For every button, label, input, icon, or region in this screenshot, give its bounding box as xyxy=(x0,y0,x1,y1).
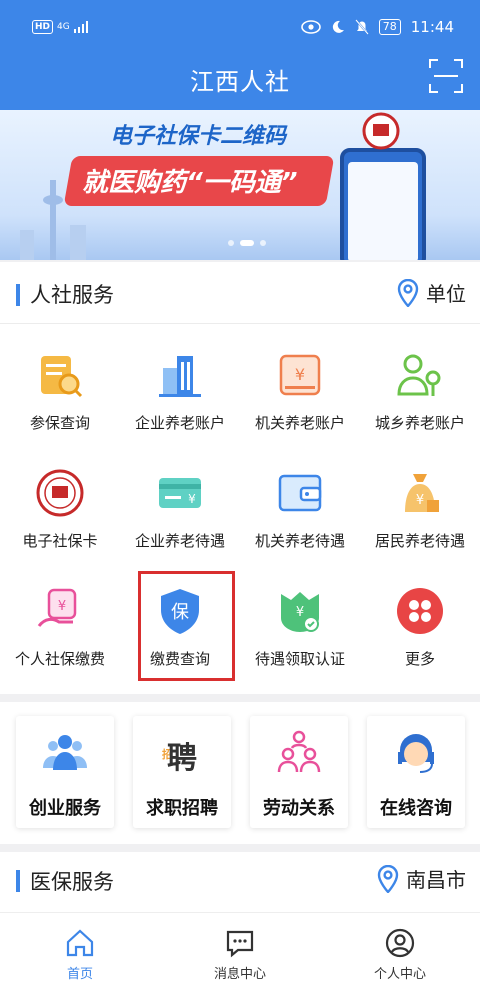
network-indicator: 4G xyxy=(57,22,70,32)
tab-messages[interactable]: 消息中心 xyxy=(160,927,320,982)
quick-entrepreneurship[interactable]: 创业服务 xyxy=(16,716,114,828)
hr-services-header: 人社服务 单位 xyxy=(0,262,480,324)
quick-label: 劳动关系 xyxy=(263,798,335,819)
promo-banner[interactable]: 电子社保卡二维码 就医购药“一码通” xyxy=(0,110,480,260)
svg-text:聘: 聘 xyxy=(167,741,197,776)
svg-text:¥: ¥ xyxy=(416,493,424,508)
banner-headline: 电子社保卡二维码 xyxy=(110,124,287,149)
service-resident-pension-benefit[interactable]: ¥ 居民养老待遇 xyxy=(360,442,480,560)
service-enterprise-pension-benefit[interactable]: ¥ 企业养老待遇 xyxy=(120,442,240,560)
page-title: 江西人社 xyxy=(190,68,290,96)
banner-dot[interactable] xyxy=(228,240,234,246)
enterprise-pension-benefit-icon: ¥ xyxy=(159,478,201,508)
eye-icon xyxy=(300,20,321,34)
banner-dot-active[interactable] xyxy=(240,240,254,246)
enterprise-pension-account-icon xyxy=(159,356,201,397)
banner-pagination[interactable] xyxy=(228,240,266,246)
quick-online-consult[interactable]: 在线咨询 xyxy=(367,716,465,828)
location-selector[interactable]: 南昌市 xyxy=(376,864,466,893)
resident-pension-benefit-icon: ¥ xyxy=(405,474,439,512)
entrepreneurship-icon xyxy=(43,735,87,770)
moon-icon xyxy=(332,20,344,33)
recruitment-icon: 招聘 xyxy=(162,741,197,776)
quick-label: 创业服务 xyxy=(29,798,101,819)
service-personal-payment[interactable]: ¥ 个人社保缴费 xyxy=(0,560,120,678)
tab-label: 首页 xyxy=(66,967,93,982)
message-icon xyxy=(226,930,254,958)
service-label: 居民养老待遇 xyxy=(374,532,465,550)
tab-label: 消息中心 xyxy=(213,967,266,982)
mute-bell-icon xyxy=(355,19,369,35)
agency-pension-benefit-icon xyxy=(278,474,322,512)
quick-services: 创业服务 招聘 求职招聘 劳动关系 在线咨询 xyxy=(0,702,480,844)
service-more[interactable]: 更多 xyxy=(360,560,480,678)
service-insurance-query[interactable]: 参保查询 xyxy=(0,324,120,442)
service-urban-rural-pension-account[interactable]: 城乡养老账户 xyxy=(360,324,480,442)
svg-text:¥: ¥ xyxy=(296,605,304,620)
signal-icon xyxy=(73,21,88,33)
service-benefit-certification[interactable]: ¥ 待遇领取认证 xyxy=(240,560,360,678)
section-title: 医保服务 xyxy=(30,870,114,894)
tab-label: 个人中心 xyxy=(373,967,426,982)
service-label: 待遇领取认证 xyxy=(254,650,345,668)
svg-text:¥: ¥ xyxy=(58,599,66,614)
service-agency-pension-benefit[interactable]: 机关养老待遇 xyxy=(240,442,360,560)
status-bar: HD 4G 78 11:44 xyxy=(0,0,480,56)
social-security-card-icon xyxy=(36,469,84,517)
quick-label: 在线咨询 xyxy=(380,798,452,819)
hr-services-card: 人社服务 单位 参保查询 企业养老账户 ¥ 机关养老账户 城乡养老账户 电子社保… xyxy=(0,262,480,694)
service-label: 个人社保缴费 xyxy=(14,650,105,668)
location-label: 单位 xyxy=(426,282,466,306)
service-label: 电子社保卡 xyxy=(22,532,98,550)
app-header: HD 4G 78 11:44 江西人社 xyxy=(0,0,480,110)
home-icon xyxy=(66,929,94,957)
service-label: 企业养老账户 xyxy=(134,414,225,432)
hd-indicator: HD xyxy=(32,20,54,34)
clock: 11:44 xyxy=(410,18,454,36)
service-label: 机关养老待遇 xyxy=(254,532,345,550)
personal-payment-icon: ¥ xyxy=(37,588,77,627)
urban-rural-pension-account-icon xyxy=(397,354,441,396)
bottom-tab-bar: 首页 消息中心 个人中心 xyxy=(0,912,480,1000)
service-label: 机关养老账户 xyxy=(254,414,345,432)
scan-icon[interactable] xyxy=(428,58,464,94)
seal-icon xyxy=(362,112,400,150)
more-icon xyxy=(397,588,443,634)
service-agency-pension-account[interactable]: ¥ 机关养老账户 xyxy=(240,324,360,442)
benefit-certification-icon: ¥ xyxy=(281,592,319,632)
section-title: 人社服务 xyxy=(30,283,114,307)
battery-level: 78 xyxy=(378,19,401,35)
quick-labor-relations[interactable]: 劳动关系 xyxy=(250,716,348,828)
svg-text:¥: ¥ xyxy=(295,365,305,384)
service-social-security-card[interactable]: 电子社保卡 xyxy=(0,442,120,560)
banner-subheadline: 就医购药“一码通” xyxy=(82,168,298,198)
tab-home[interactable]: 首页 xyxy=(0,927,160,982)
medical-services-card: 医保服务 南昌市 xyxy=(0,852,480,912)
location-selector[interactable]: 单位 xyxy=(396,278,466,307)
banner-dot[interactable] xyxy=(260,240,266,246)
labor-relations-icon xyxy=(277,730,321,773)
location-pin-icon xyxy=(377,864,399,893)
quick-recruitment[interactable]: 招聘 求职招聘 xyxy=(133,716,231,828)
service-label: 更多 xyxy=(404,650,435,668)
phone-screen xyxy=(348,162,418,260)
svg-text:¥: ¥ xyxy=(188,492,196,506)
location-label: 南昌市 xyxy=(406,868,466,892)
highlight-box xyxy=(138,571,235,681)
service-label: 参保查询 xyxy=(29,414,90,432)
section-accent-bar xyxy=(16,870,20,892)
location-pin-icon xyxy=(397,278,419,307)
profile-icon xyxy=(385,928,415,958)
quick-label: 求职招聘 xyxy=(146,798,218,819)
tab-profile[interactable]: 个人中心 xyxy=(320,927,480,982)
service-label: 城乡养老账户 xyxy=(374,414,465,432)
insurance-query-icon xyxy=(41,356,83,398)
online-consult-icon xyxy=(398,734,434,773)
service-label: 企业养老待遇 xyxy=(134,532,225,550)
agency-pension-account-icon: ¥ xyxy=(279,354,321,396)
service-enterprise-pension-account[interactable]: 企业养老账户 xyxy=(120,324,240,442)
section-accent-bar xyxy=(16,284,20,306)
